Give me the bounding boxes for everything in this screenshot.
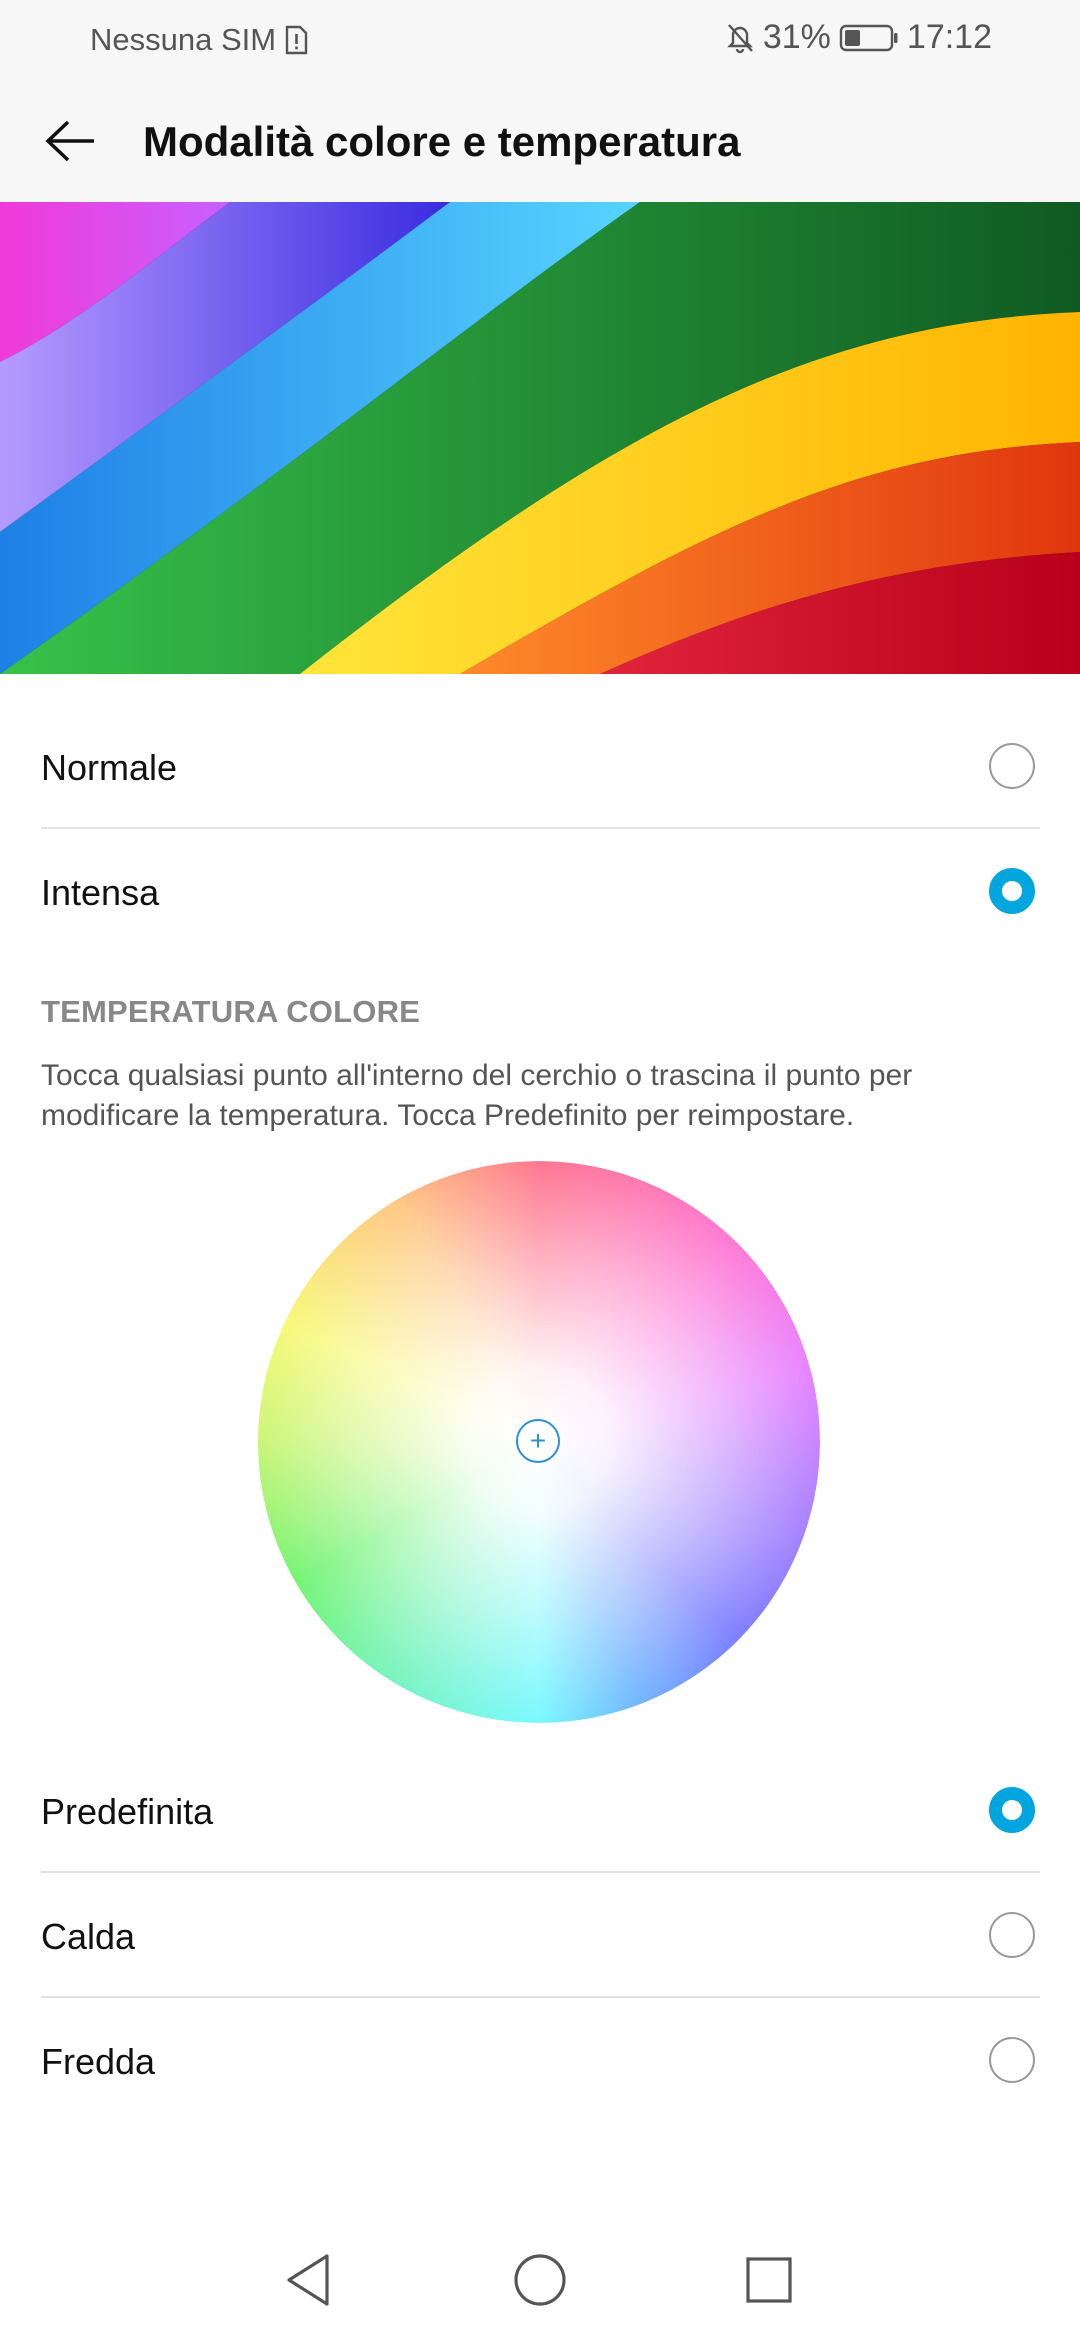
radio-button-selected[interactable]	[989, 1787, 1035, 1833]
radio-button-selected[interactable]	[989, 868, 1035, 914]
option-label: Fredda	[41, 2041, 156, 2082]
divider	[41, 1996, 1040, 1998]
option-label: Predefinita	[41, 1791, 214, 1832]
divider	[41, 1871, 1040, 1873]
nav-back-button[interactable]	[273, 2245, 343, 2315]
radio-button[interactable]	[989, 743, 1035, 789]
option-intensa[interactable]: Intensa	[41, 830, 1040, 954]
app-bar: Modalità colore e temperatura	[0, 80, 1080, 202]
section-heading: TEMPERATURA COLORE	[41, 994, 421, 1029]
battery-icon	[839, 23, 899, 53]
status-left: Nessuna SIM	[90, 22, 308, 58]
bell-off-icon	[725, 21, 755, 55]
status-bar: Nessuna SIM 31% 17:12	[0, 0, 1080, 80]
option-label: Intensa	[41, 872, 160, 913]
radio-button[interactable]	[989, 2037, 1035, 2083]
option-normale[interactable]: Normale	[41, 705, 1040, 829]
navigation-bar	[0, 2210, 1080, 2340]
option-fredda[interactable]: Fredda	[41, 1999, 1040, 2123]
option-predefinita[interactable]: Predefinita	[41, 1749, 1040, 1873]
clock: 17:12	[906, 18, 992, 56]
option-calda[interactable]: Calda	[41, 1874, 1040, 1998]
option-label: Normale	[41, 747, 178, 788]
battery-percent: 31%	[762, 18, 831, 56]
wheel-handle[interactable]: +	[516, 1419, 560, 1463]
section-description: Tocca qualsiasi punto all'interno del ce…	[41, 1059, 913, 1132]
home-circle-icon	[514, 2254, 566, 2306]
status-right: 31% 17:12	[717, 18, 992, 57]
color-preview-image	[0, 202, 1080, 674]
sim-alert-icon	[284, 25, 308, 55]
carrier-label: Nessuna SIM	[90, 22, 277, 57]
back-button[interactable]	[30, 108, 110, 174]
arrow-left-icon	[45, 120, 94, 162]
nav-recents-button[interactable]	[734, 2245, 804, 2315]
page-title: Modalità colore e temperatura	[143, 118, 741, 165]
divider	[41, 827, 1040, 829]
option-label: Calda	[41, 1916, 136, 1957]
radio-button[interactable]	[989, 1912, 1035, 1958]
nav-home-button[interactable]	[505, 2245, 575, 2315]
back-triangle-icon	[287, 2254, 329, 2306]
recents-square-icon	[746, 2257, 792, 2303]
plus-icon: +	[529, 1425, 547, 1456]
